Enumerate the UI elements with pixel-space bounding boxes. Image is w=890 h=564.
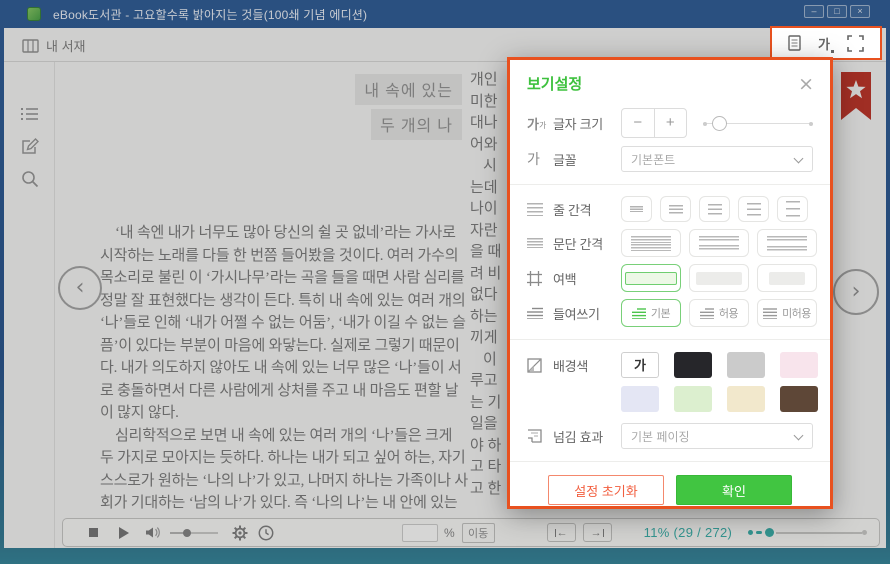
bg-swatch-brown[interactable] (780, 386, 818, 412)
paragraph-spacing-option-1[interactable] (621, 229, 681, 257)
background-color-icon (527, 358, 553, 373)
margin-label: 여백 (553, 269, 576, 288)
line-spacing-option-3[interactable] (699, 196, 730, 222)
line-spacing-option-2[interactable] (660, 196, 691, 222)
bg-swatch-green[interactable] (674, 386, 712, 412)
confirm-button[interactable]: 확인 (676, 475, 792, 505)
paragraph-spacing-option-2[interactable] (689, 229, 749, 257)
margin-option-2[interactable] (689, 264, 749, 292)
font-family-icon: 가 (527, 149, 553, 169)
chevron-down-icon (794, 431, 804, 441)
view-settings-icon[interactable]: 가 (818, 34, 830, 53)
indent-option-label: 기본 (651, 305, 670, 321)
indent-option-allow[interactable]: 허용 (689, 299, 749, 327)
panel-close-icon[interactable]: × (798, 76, 814, 92)
font-family-dropdown[interactable]: 기본폰트 (621, 146, 813, 172)
margin-icon (527, 271, 553, 286)
bg-swatch-white[interactable]: 가 (621, 352, 659, 378)
bg-swatch-pink[interactable] (780, 352, 818, 378)
indent-option-default-selected[interactable]: 기본 (621, 299, 681, 327)
line-spacing-icon (527, 203, 553, 216)
margin-option-1-selected[interactable] (621, 264, 681, 292)
book-info-icon[interactable] (788, 35, 801, 51)
fullscreen-icon[interactable] (847, 35, 864, 52)
panel-title: 보기설정 (527, 73, 582, 94)
font-size-stepper[interactable]: − + (621, 108, 687, 138)
chevron-down-icon (794, 154, 804, 164)
indent-option-disallow[interactable]: 미허용 (757, 299, 817, 327)
page-turn-effect-dropdown[interactable]: 기본 페이징 (621, 423, 813, 449)
line-spacing-option-4[interactable] (738, 196, 769, 222)
reset-settings-button[interactable]: 설정 초기화 (548, 475, 664, 505)
line-spacing-label: 줄 간격 (553, 200, 591, 219)
paragraph-spacing-label: 문단 간격 (553, 234, 603, 253)
bg-swatch-beige[interactable] (727, 386, 765, 412)
font-size-slider[interactable] (703, 115, 813, 131)
line-spacing-option-5[interactable] (777, 196, 808, 222)
page-turn-effect-label: 넘김 효과 (553, 427, 603, 446)
bg-swatch-lavender[interactable] (621, 386, 659, 412)
indent-icon (527, 307, 553, 319)
font-family-label: 글꼴 (553, 150, 576, 169)
indent-option-label: 미허용 (782, 305, 811, 321)
view-settings-panel: 보기설정 × 가가 글자 크기 − + (507, 57, 833, 509)
paragraph-spacing-icon (527, 238, 553, 248)
font-size-increase-button[interactable]: + (655, 109, 687, 137)
font-size-icon: 가가 (527, 114, 553, 133)
app-window: eBook도서관 - 고요할수록 밝아지는 것들(100쇄 기념 에디션) – … (0, 0, 890, 564)
background-color-label: 배경색 (553, 356, 588, 375)
indent-label: 들여쓰기 (553, 304, 600, 323)
view-tools-highlight-box: 가 (770, 26, 882, 60)
page-turn-effect-icon (527, 429, 553, 443)
font-size-label: 글자 크기 (553, 114, 603, 133)
font-size-decrease-button[interactable]: − (622, 109, 655, 137)
indent-option-label: 허용 (719, 305, 738, 321)
line-spacing-option-1[interactable] (621, 196, 652, 222)
bg-swatch-gray[interactable] (727, 352, 765, 378)
bg-swatch-dark[interactable] (674, 352, 712, 378)
page-turn-effect-value: 기본 페이징 (631, 428, 690, 445)
margin-option-3[interactable] (757, 264, 817, 292)
paragraph-spacing-option-3[interactable] (757, 229, 817, 257)
font-family-value: 기본폰트 (631, 151, 675, 168)
font-size-slider-thumb[interactable] (712, 116, 727, 131)
